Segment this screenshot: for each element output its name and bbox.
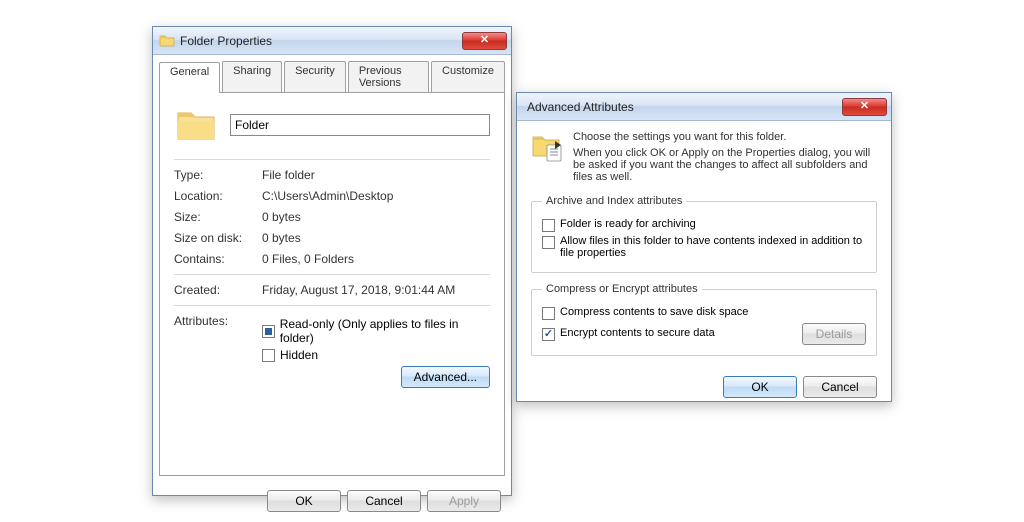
close-icon: ✕ bbox=[860, 101, 869, 112]
window-title: Advanced Attributes bbox=[523, 100, 842, 114]
encrypt-checkbox[interactable] bbox=[542, 328, 555, 341]
size-label: Size: bbox=[174, 210, 262, 224]
archive-label: Folder is ready for archiving bbox=[560, 218, 696, 230]
hidden-label: Hidden bbox=[280, 348, 318, 362]
tab-customize[interactable]: Customize bbox=[431, 61, 505, 92]
compress-encrypt-group: Compress or Encrypt attributes Compress … bbox=[531, 283, 877, 356]
compress-checkbox[interactable] bbox=[542, 307, 555, 320]
close-icon: ✕ bbox=[480, 35, 489, 46]
type-label: Type: bbox=[174, 168, 262, 182]
details-button[interactable]: Details bbox=[802, 323, 866, 345]
adv-header-line1: Choose the settings you want for this fo… bbox=[573, 131, 877, 143]
readonly-checkbox[interactable] bbox=[262, 325, 275, 338]
contains-value: 0 Files, 0 Folders bbox=[262, 252, 490, 266]
advanced-button[interactable]: Advanced... bbox=[401, 366, 490, 388]
hidden-checkbox[interactable] bbox=[262, 349, 275, 362]
archive-index-legend: Archive and Index attributes bbox=[542, 195, 686, 207]
folder-name-input[interactable] bbox=[230, 114, 490, 136]
ok-button[interactable]: OK bbox=[723, 376, 797, 398]
compress-label: Compress contents to save disk space bbox=[560, 306, 748, 318]
general-panel: Type: File folder Location: C:\Users\Adm… bbox=[159, 92, 505, 476]
cancel-button[interactable]: Cancel bbox=[347, 490, 421, 512]
close-button[interactable]: ✕ bbox=[462, 32, 507, 50]
created-value: Friday, August 17, 2018, 9:01:44 AM bbox=[262, 283, 490, 297]
window-title: Folder Properties bbox=[180, 34, 462, 48]
folder-properties-window: Folder Properties ✕ General Sharing Secu… bbox=[152, 26, 512, 496]
ok-button[interactable]: OK bbox=[267, 490, 341, 512]
index-label: Allow files in this folder to have conte… bbox=[560, 235, 866, 259]
size-on-disk-value: 0 bytes bbox=[262, 231, 490, 245]
folder-large-icon bbox=[174, 103, 218, 147]
tab-sharing[interactable]: Sharing bbox=[222, 61, 282, 92]
encrypt-label: Encrypt contents to secure data bbox=[560, 327, 715, 339]
location-label: Location: bbox=[174, 189, 262, 203]
created-label: Created: bbox=[174, 283, 262, 297]
separator bbox=[174, 305, 490, 306]
archive-index-group: Archive and Index attributes Folder is r… bbox=[531, 195, 877, 273]
tab-previous-versions[interactable]: Previous Versions bbox=[348, 61, 429, 92]
compress-encrypt-legend: Compress or Encrypt attributes bbox=[542, 283, 702, 295]
advanced-attributes-window: Advanced Attributes ✕ Choose the setting… bbox=[516, 92, 892, 402]
separator bbox=[174, 274, 490, 275]
titlebar[interactable]: Advanced Attributes ✕ bbox=[517, 93, 891, 121]
folder-icon bbox=[159, 33, 175, 49]
archive-checkbox[interactable] bbox=[542, 219, 555, 232]
cancel-button[interactable]: Cancel bbox=[803, 376, 877, 398]
titlebar[interactable]: Folder Properties ✕ bbox=[153, 27, 511, 55]
folder-properties-icon bbox=[531, 131, 563, 163]
size-value: 0 bytes bbox=[262, 210, 490, 224]
tab-general[interactable]: General bbox=[159, 62, 220, 93]
close-button[interactable]: ✕ bbox=[842, 98, 887, 116]
tab-security[interactable]: Security bbox=[284, 61, 346, 92]
index-checkbox[interactable] bbox=[542, 236, 555, 249]
adv-header-line2: When you click OK or Apply on the Proper… bbox=[573, 147, 870, 183]
separator bbox=[174, 159, 490, 160]
attributes-label: Attributes: bbox=[174, 314, 262, 388]
apply-button[interactable]: Apply bbox=[427, 490, 501, 512]
type-value: File folder bbox=[262, 168, 490, 182]
readonly-label: Read-only (Only applies to files in fold… bbox=[280, 317, 490, 345]
contains-label: Contains: bbox=[174, 252, 262, 266]
size-on-disk-label: Size on disk: bbox=[174, 231, 262, 245]
tab-strip: General Sharing Security Previous Versio… bbox=[153, 55, 511, 92]
location-value: C:\Users\Admin\Desktop bbox=[262, 189, 490, 203]
